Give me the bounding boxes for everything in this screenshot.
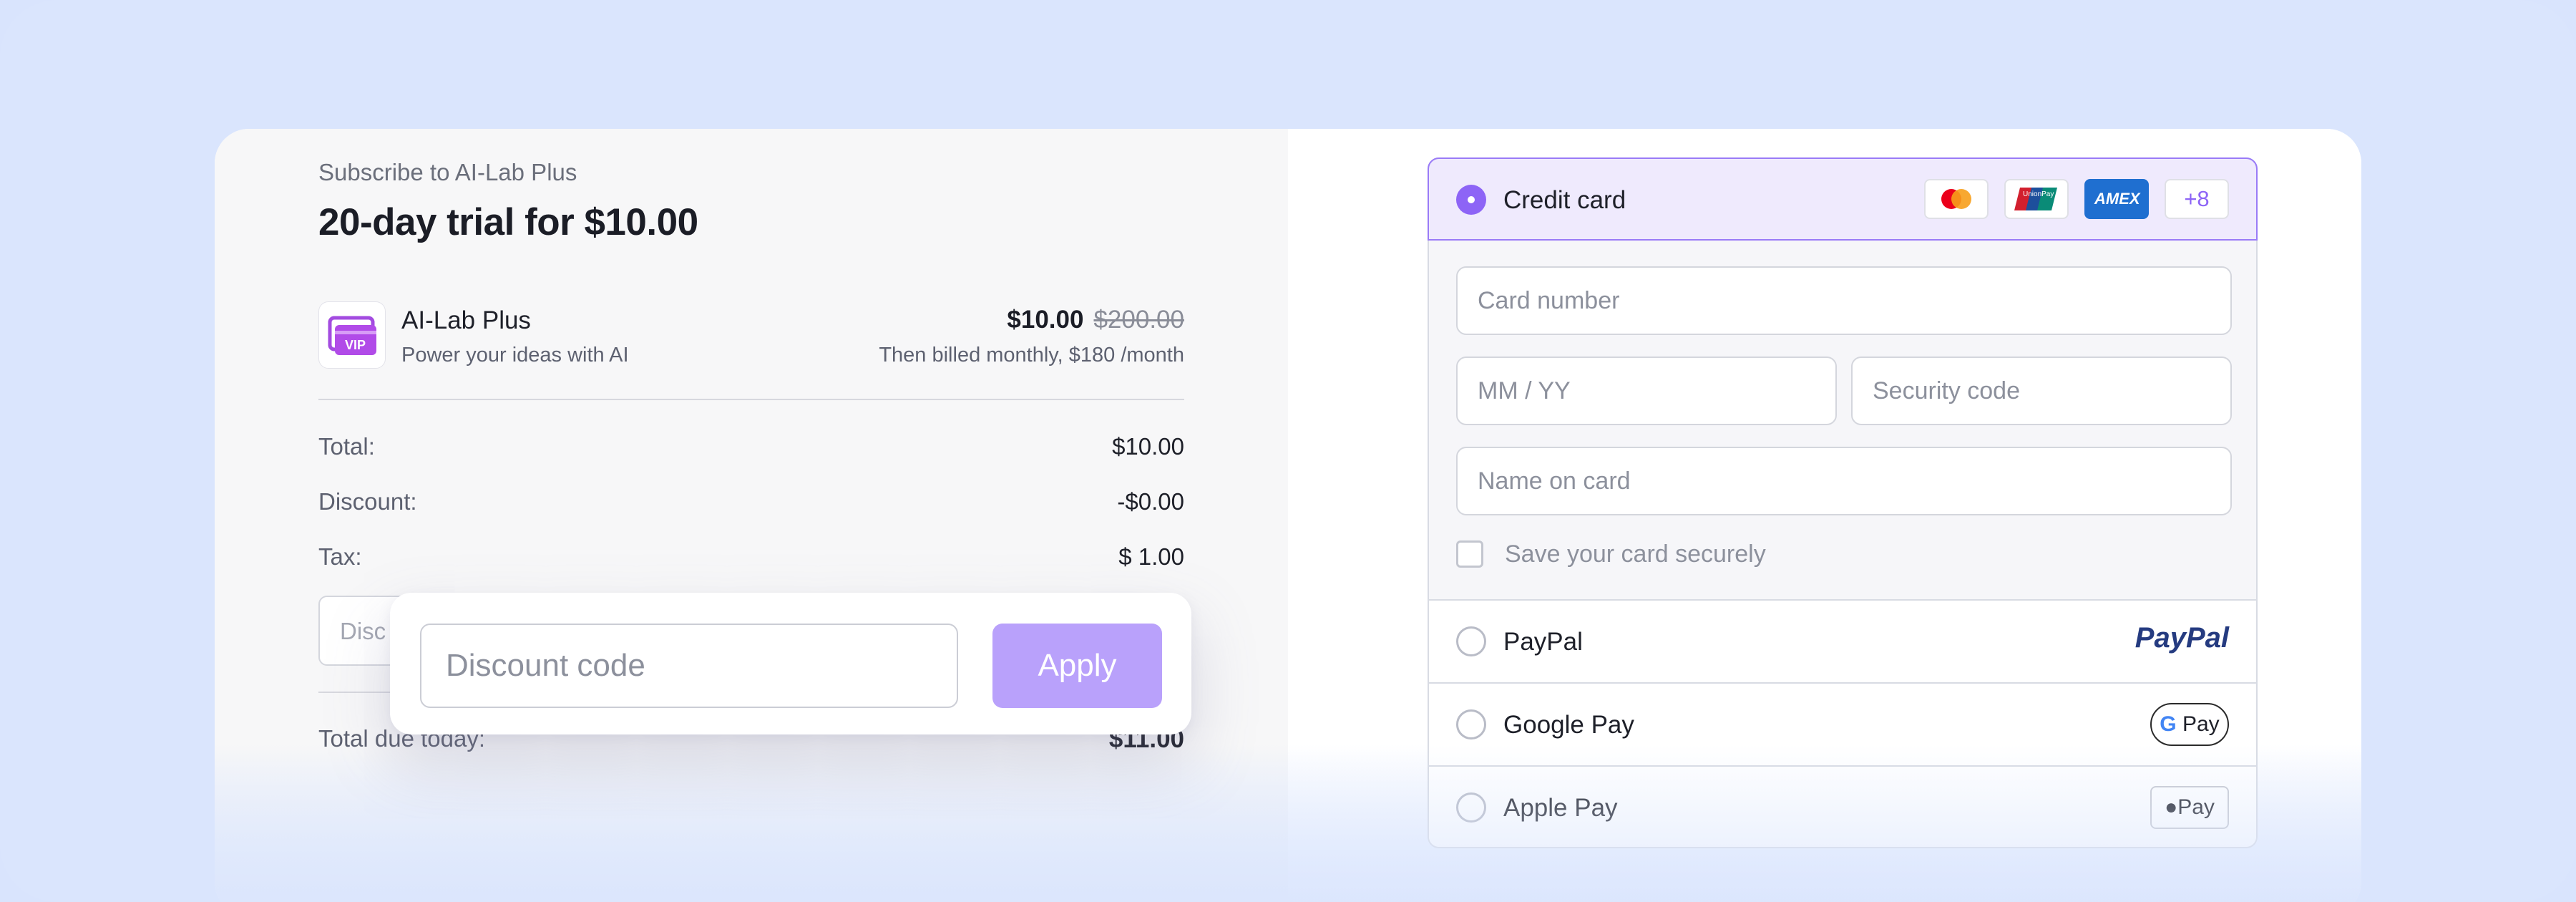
original-price: $200.00: [1093, 306, 1184, 334]
google-pay-option[interactable]: Google Pay G Pay: [1429, 682, 2256, 765]
google-pay-radio[interactable]: [1456, 709, 1486, 739]
billing-note: Then billed monthly, $180 /month: [879, 344, 1184, 367]
discount-label: Discount:: [318, 488, 417, 515]
google-pay-label: Google Pay: [1503, 711, 1634, 739]
product-price: $10.00 $200.00: [844, 306, 1184, 334]
apple-icon: ●: [2165, 795, 2178, 819]
apple-pay-logo-text: Pay: [2177, 795, 2215, 819]
tax-label: Tax:: [318, 543, 362, 570]
vip-label: VIP: [345, 338, 366, 352]
expiry-input[interactable]: [1456, 357, 1837, 425]
unionpay-text: UnionPay: [2023, 190, 2054, 198]
total-label: Total:: [318, 433, 375, 460]
apple-pay-radio[interactable]: [1456, 792, 1486, 823]
save-card-label: Save your card securely: [1505, 540, 1766, 568]
amex-icon: AMEX: [2084, 179, 2149, 219]
apply-button[interactable]: Apply: [992, 624, 1162, 708]
product-name: AI-Lab Plus: [401, 306, 531, 334]
credit-card-option[interactable]: Credit card UnionPay AMEX +8: [1429, 159, 2256, 241]
security-code-input[interactable]: [1851, 357, 2232, 425]
divider: [318, 399, 1184, 400]
apple-pay-label: Apple Pay: [1503, 794, 1618, 822]
checkout-subtitle: Subscribe to AI-Lab Plus: [318, 159, 577, 185]
apple-pay-logo: ●Pay: [2150, 786, 2229, 829]
discount-code-input[interactable]: [420, 624, 958, 708]
google-pay-logo-text: Pay: [2182, 712, 2220, 736]
paypal-logo-text: PayPal: [2135, 622, 2229, 654]
paypal-option[interactable]: PayPal PayPal: [1429, 599, 2256, 682]
order-summary: Subscribe to AI-Lab Plus 20-day trial fo…: [215, 129, 1288, 902]
unionpay-icon: UnionPay: [2004, 179, 2069, 219]
payment-methods: Credit card UnionPay AMEX +8 Card number…: [1428, 157, 2258, 848]
paypal-label: PayPal: [1503, 628, 1583, 656]
discount-value: -$0.00: [1117, 488, 1184, 515]
paypal-radio[interactable]: [1456, 626, 1486, 656]
name-on-card-input[interactable]: [1456, 447, 2232, 515]
page-background: Subscribe to AI-Lab Plus 20-day trial fo…: [0, 0, 2576, 902]
apple-pay-option[interactable]: Apple Pay ●Pay: [1429, 765, 2256, 847]
save-card-checkbox[interactable]: [1456, 540, 1483, 568]
product-tagline: Power your ideas with AI: [401, 344, 629, 367]
checkout-headline: 20-day trial for $10.00: [318, 201, 698, 243]
discount-popup: Apply: [390, 593, 1191, 734]
discount-field-behind-placeholder: Disc: [340, 618, 386, 644]
tax-value: $ 1.00: [1118, 543, 1184, 570]
google-pay-logo: G Pay: [2150, 703, 2229, 746]
total-value: $10.00: [1112, 433, 1184, 460]
more-cards-badge[interactable]: +8: [2165, 179, 2229, 219]
vip-product-icon: VIP: [318, 301, 386, 369]
amex-text: AMEX: [2094, 190, 2140, 208]
trial-price: $10.00: [1007, 306, 1084, 334]
mastercard-icon: [1924, 179, 1989, 219]
credit-card-label: Credit card: [1503, 186, 1626, 214]
paypal-logo: PayPal: [2135, 622, 2229, 654]
google-g-icon: G: [2160, 712, 2177, 736]
card-number-input[interactable]: [1456, 266, 2232, 335]
credit-card-radio[interactable]: [1456, 185, 1486, 215]
